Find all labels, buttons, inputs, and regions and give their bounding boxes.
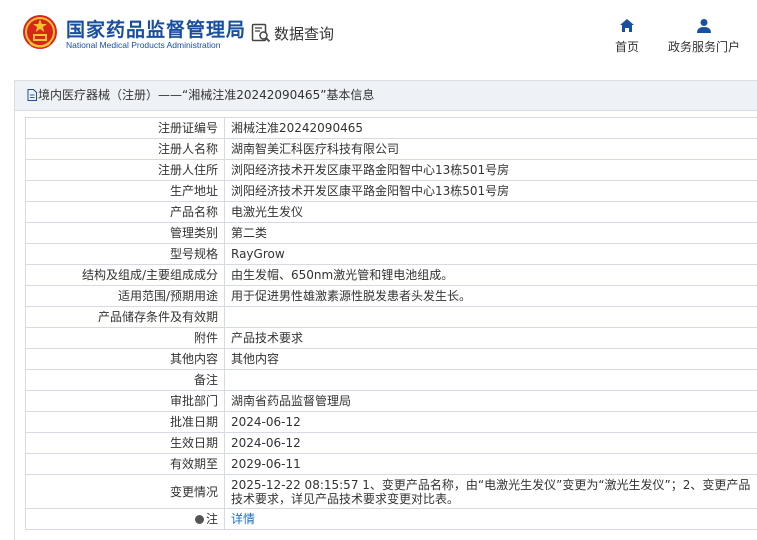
row-value: 用于促进男性雄激素源性脱发患者头发生长。 [224,285,757,307]
row-value: 2029-06-11 [224,453,757,475]
table-row: 结构及组成/主要组成成分 由生发帽、650nm激光管和锂电池组成。 [25,264,757,286]
row-label: 注册证编号 [25,117,225,139]
row-label: 适用范围/预期用途 [25,285,225,307]
row-value: 第二类 [224,222,757,244]
row-label: 注册人住所 [25,159,225,181]
table-row: 生效日期 2024-06-12 [25,432,757,454]
row-value: 湘械注准20242090465 [224,117,757,139]
table-row: 注册人住所 浏阳经济技术开发区康平路金阳智中心13栋501号房 [25,159,757,181]
panel-header: 境内医疗器械（注册）——“湘械注准20242090465”基本信息 [15,81,757,111]
note-label-cell: 注 [25,508,225,530]
detail-panel: 境内医疗器械（注册）——“湘械注准20242090465”基本信息 注册证编号 … [14,80,757,540]
row-label: 附件 [25,327,225,349]
row-label: 注册人名称 [25,138,225,160]
row-label: 批准日期 [25,411,225,433]
row-label: 结构及组成/主要组成成分 [25,264,225,286]
row-label: 变更情况 [25,474,225,509]
org-name-en: National Medical Products Administration [66,40,221,50]
row-value: 2024-06-12 [224,432,757,454]
row-label: 备注 [25,369,225,391]
table-row: 生产地址 浏阳经济技术开发区康平路金阳智中心13栋501号房 [25,180,757,202]
table-row: 注册人名称 湖南智美汇科医疗科技有限公司 [25,138,757,160]
row-value: 浏阳经济技术开发区康平路金阳智中心13栋501号房 [224,180,757,202]
data-search-icon [251,23,271,43]
registration-info-table: 注册证编号 湘械注准20242090465 注册人名称 湖南智美汇科医疗科技有限… [25,117,757,530]
note-icon [194,515,204,524]
row-value: 电激光生发仪 [224,201,757,223]
row-label: 产品名称 [25,201,225,223]
row-label: 其他内容 [25,348,225,370]
panel-title: 境内医疗器械（注册）——“湘械注准20242090465”基本信息 [38,88,375,102]
row-value: 产品技术要求 [224,327,757,349]
document-icon [27,89,37,101]
user-icon [697,19,711,33]
table-row: 备注 [25,369,757,391]
row-value: 由生发帽、650nm激光管和锂电池组成。 [224,264,757,286]
nav-home[interactable]: 首页 [612,18,642,55]
row-value: 湖南省药品监督管理局 [224,390,757,412]
row-label: 管理类别 [25,222,225,244]
table-row: 管理类别 第二类 [25,222,757,244]
org-name-cn: 国家药品监督管理局 [66,19,247,41]
table-row: 有效期至 2029-06-11 [25,453,757,475]
row-value: 详情 [224,508,757,530]
row-label: 型号规格 [25,243,225,265]
row-value [224,306,757,328]
nav-service-portal-label: 政务服务门户 [667,40,740,54]
row-label: 有效期至 [25,453,225,475]
row-value: 浏阳经济技术开发区康平路金阳智中心13栋501号房 [224,159,757,181]
table-row: 型号规格 RayGrow [25,243,757,265]
row-label: 审批部门 [25,390,225,412]
table-row: 批准日期 2024-06-12 [25,411,757,433]
row-value [224,369,757,391]
row-label: 注 [205,512,218,526]
row-value: 其他内容 [224,348,757,370]
nav-service-portal[interactable]: 政务服务门户 [664,18,744,55]
table-row: 附件 产品技术要求 [25,327,757,349]
row-value: RayGrow [224,243,757,265]
nav-home-label: 首页 [614,40,639,54]
table-row: 其他内容 其他内容 [25,348,757,370]
national-emblem-icon [23,15,57,49]
row-label: 生效日期 [25,432,225,454]
details-link[interactable]: 详情 [231,512,255,526]
table-row: 注 详情 [25,508,757,530]
table-row: 产品储存条件及有效期 [25,306,757,328]
table-row: 产品名称 电激光生发仪 [25,201,757,223]
row-label: 产品储存条件及有效期 [25,306,225,328]
row-label: 生产地址 [25,180,225,202]
row-value: 2024-06-12 [224,411,757,433]
change-history-value: 2025-12-22 08:15:57 1、变更产品名称，由“电激光生发仪”变更… [224,474,757,509]
data-search-title: 数据查询 [274,25,335,43]
home-icon [620,19,634,32]
table-row: 变更情况 2025-12-22 08:15:57 1、变更产品名称，由“电激光生… [25,474,757,509]
row-value: 湖南智美汇科医疗科技有限公司 [224,138,757,160]
table-row: 注册证编号 湘械注准20242090465 [25,117,757,139]
site-header: 国家药品监督管理局 National Medical Products Admi… [0,0,757,74]
table-row: 审批部门 湖南省药品监督管理局 [25,390,757,412]
table-row: 适用范围/预期用途 用于促进男性雄激素源性脱发患者头发生长。 [25,285,757,307]
